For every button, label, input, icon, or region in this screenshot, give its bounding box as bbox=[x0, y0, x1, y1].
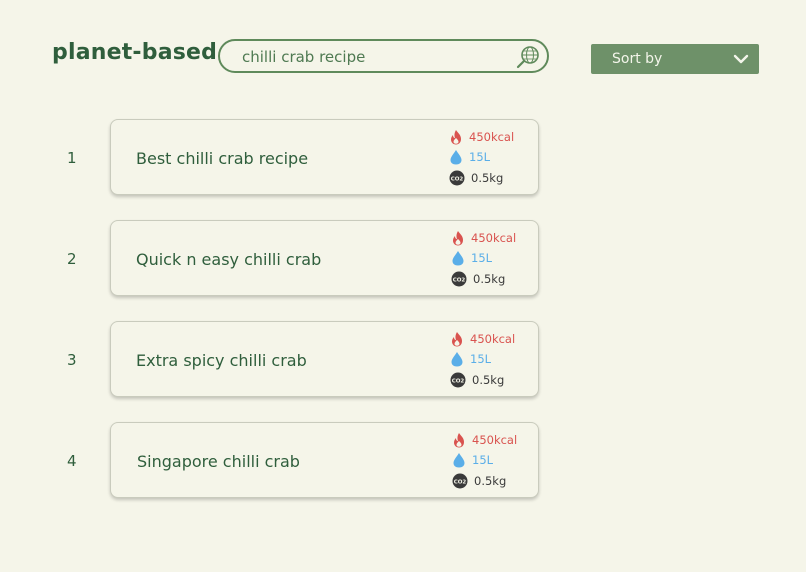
calories-stat: 450kcal bbox=[452, 432, 517, 448]
co2-value: 0.5kg bbox=[471, 171, 504, 185]
result-title[interactable]: Extra spicy chilli crab bbox=[136, 351, 307, 370]
result-title[interactable]: Quick n easy chilli crab bbox=[136, 250, 321, 269]
chevron-down-icon bbox=[733, 52, 749, 66]
water-drop-icon bbox=[451, 352, 463, 367]
water-stat: 15L bbox=[449, 149, 490, 165]
water-stat: 15L bbox=[450, 351, 491, 367]
result-rank: 1 bbox=[67, 149, 77, 167]
water-value: 15L bbox=[470, 352, 492, 366]
result-rank: 2 bbox=[67, 250, 77, 268]
svg-text:CO2: CO2 bbox=[451, 176, 464, 182]
flame-icon bbox=[453, 231, 463, 246]
result-card[interactable]: Quick n easy chilli crab 450kcal 15L CO2… bbox=[110, 220, 539, 296]
sort-dropdown[interactable]: Sort by bbox=[591, 44, 759, 74]
water-drop-icon bbox=[453, 453, 465, 468]
calories-stat: 450kcal bbox=[450, 331, 515, 347]
co2-icon: CO2 bbox=[452, 473, 468, 489]
water-drop-icon bbox=[450, 150, 462, 165]
calories-value: 450kcal bbox=[469, 130, 515, 144]
sort-label: Sort by bbox=[612, 51, 663, 67]
result-card[interactable]: Best chilli crab recipe 450kcal 15L CO2 … bbox=[110, 119, 539, 195]
result-title[interactable]: Singapore chilli crab bbox=[137, 452, 300, 471]
co2-icon: CO2 bbox=[449, 170, 465, 186]
result-card[interactable]: Singapore chilli crab 450kcal 15L CO2 0.… bbox=[110, 422, 539, 498]
co2-stat: CO2 0.5kg bbox=[452, 473, 506, 489]
co2-value: 0.5kg bbox=[474, 474, 507, 488]
water-stat: 15L bbox=[451, 250, 492, 266]
flame-icon bbox=[454, 433, 464, 448]
flame-icon bbox=[451, 130, 461, 145]
result-rank: 3 bbox=[67, 351, 77, 369]
search-input[interactable] bbox=[242, 46, 507, 68]
svg-text:CO2: CO2 bbox=[452, 378, 465, 384]
co2-stat: CO2 0.5kg bbox=[450, 372, 504, 388]
water-value: 15L bbox=[471, 251, 493, 265]
search-bar[interactable] bbox=[218, 39, 549, 73]
water-value: 15L bbox=[469, 150, 491, 164]
calories-stat: 450kcal bbox=[449, 129, 514, 145]
calories-stat: 450kcal bbox=[451, 230, 516, 246]
co2-icon: CO2 bbox=[450, 372, 466, 388]
result-rank: 4 bbox=[67, 452, 77, 470]
water-value: 15L bbox=[472, 453, 494, 467]
co2-icon: CO2 bbox=[451, 271, 467, 287]
calories-value: 450kcal bbox=[471, 231, 517, 245]
co2-stat: CO2 0.5kg bbox=[449, 170, 503, 186]
svg-text:CO2: CO2 bbox=[453, 277, 466, 283]
water-drop-icon bbox=[452, 251, 464, 266]
result-card[interactable]: Extra spicy chilli crab 450kcal 15L CO2 … bbox=[110, 321, 539, 397]
flame-icon bbox=[452, 332, 462, 347]
svg-text:CO2: CO2 bbox=[454, 479, 467, 485]
co2-value: 0.5kg bbox=[473, 272, 506, 286]
water-stat: 15L bbox=[452, 452, 493, 468]
co2-value: 0.5kg bbox=[472, 373, 505, 387]
co2-stat: CO2 0.5kg bbox=[451, 271, 505, 287]
search-icon[interactable] bbox=[515, 44, 541, 70]
calories-value: 450kcal bbox=[472, 433, 518, 447]
result-title[interactable]: Best chilli crab recipe bbox=[136, 149, 308, 168]
calories-value: 450kcal bbox=[470, 332, 516, 346]
brand-logo[interactable]: planet-based bbox=[52, 40, 217, 65]
